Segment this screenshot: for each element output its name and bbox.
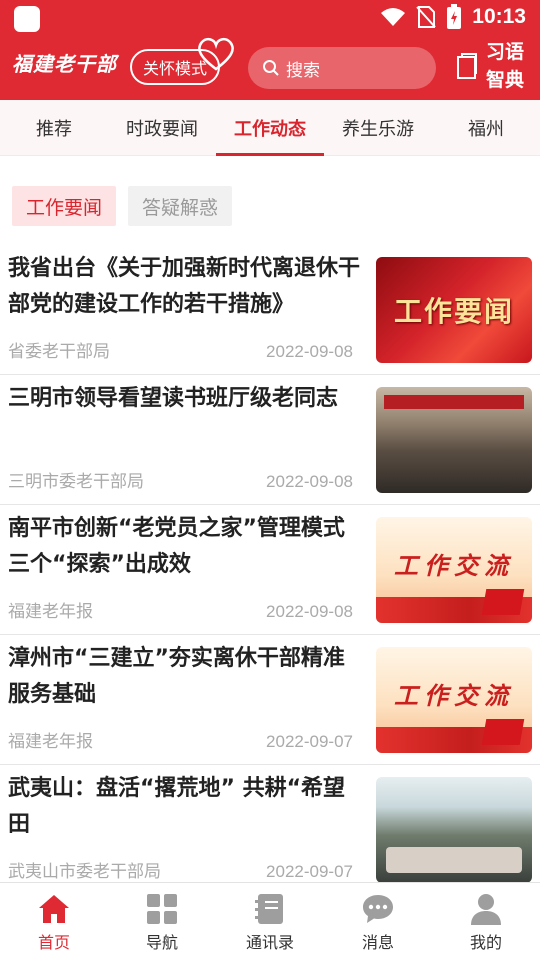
chip-qa[interactable]: 答疑解惑 — [128, 186, 233, 226]
chat-icon — [363, 895, 393, 923]
sub-category-chips: 工作要闻 答疑解惑 — [12, 186, 233, 226]
status-bar: 10:13 — [0, 0, 540, 36]
flag-graphic — [481, 719, 525, 745]
tab-politics[interactable]: 时政要闻 — [108, 100, 216, 155]
news-date: 2022-09-08 — [266, 602, 353, 621]
search-icon — [263, 60, 279, 76]
home-icon — [39, 895, 69, 923]
app-logo: 福建老干部 — [12, 52, 117, 76]
news-date: 2022-09-07 — [266, 862, 353, 881]
status-icons: 10:13 — [380, 4, 526, 30]
news-date: 2022-09-08 — [266, 472, 353, 491]
tab-work-news[interactable]: 工作动态 — [216, 100, 324, 156]
nav-messages-label: 消息 — [361, 933, 394, 952]
contacts-icon — [255, 894, 283, 924]
app-header: 10:13 福建老干部 关怀模式 搜索 习语智典 — [0, 0, 540, 100]
news-list: 我省出台《关于加强新时代离退休干部党的建设工作的若干措施》 省委老干部局 202… — [0, 245, 540, 895]
news-title: 漳州市“三建立”夯实离休干部精准服务基础 — [8, 646, 345, 707]
news-title: 武夷山：盘活“撂荒地” 共耕“希望田 — [8, 776, 346, 837]
search-input[interactable]: 搜索 — [248, 47, 436, 89]
flag-graphic — [481, 589, 525, 615]
search-placeholder: 搜索 — [286, 60, 320, 81]
news-source: 福建老年报 — [8, 602, 93, 622]
heart-icon — [198, 37, 234, 71]
nav-navigation[interactable]: 导航 — [108, 883, 216, 960]
news-thumbnail: 工作交流 — [376, 517, 532, 623]
thumbnail-text: 工作交流 — [394, 680, 514, 710]
photo-table — [386, 847, 522, 873]
nav-profile[interactable]: 我的 — [432, 883, 540, 960]
news-date: 2022-09-07 — [266, 732, 353, 751]
news-source: 省委老干部局 — [8, 342, 110, 362]
news-thumbnail — [376, 777, 532, 883]
nav-profile-label: 我的 — [469, 933, 502, 952]
battery-icon — [447, 4, 462, 29]
clock: 10:13 — [472, 5, 526, 28]
user-icon — [471, 894, 501, 925]
bottom-navigation: 首页 导航 通讯录 消息 我的 — [0, 882, 540, 960]
nav-home[interactable]: 首页 — [0, 883, 108, 960]
list-item[interactable]: 南平市创新“老党员之家”管理模式三个“探索”出成效 福建老年报 2022-09-… — [0, 505, 540, 635]
no-sim-icon — [416, 6, 437, 28]
news-thumbnail: 工作交流 — [376, 647, 532, 753]
news-source: 三明市委老干部局 — [8, 472, 144, 492]
list-item[interactable]: 武夷山：盘活“撂荒地” 共耕“希望田 武夷山市委老干部局 2022-09-07 — [0, 765, 540, 895]
chip-work-news[interactable]: 工作要闻 — [12, 186, 117, 226]
news-source: 福建老年报 — [8, 732, 93, 752]
list-item[interactable]: 三明市领导看望读书班厅级老同志 三明市委老干部局 2022-09-08 — [0, 375, 540, 505]
grid-icon — [147, 894, 177, 924]
nav-navigation-label: 导航 — [145, 933, 178, 952]
book-icon — [457, 53, 477, 79]
news-thumbnail — [376, 387, 532, 493]
list-item[interactable]: 漳州市“三建立”夯实离休干部精准服务基础 福建老年报 2022-09-07 工作… — [0, 635, 540, 765]
news-title: 南平市创新“老党员之家”管理模式三个“探索”出成效 — [8, 516, 345, 577]
nav-contacts-label: 通讯录 — [245, 933, 294, 952]
news-title: 三明市领导看望读书班厅级老同志 — [8, 386, 339, 411]
news-date: 2022-09-08 — [266, 342, 353, 361]
thumbnail-text: 工作交流 — [394, 550, 514, 580]
care-mode-button[interactable]: 关怀模式 — [130, 37, 234, 85]
app-notification-icon — [14, 6, 40, 32]
wifi-icon — [381, 8, 406, 26]
photo-banner — [384, 395, 524, 409]
tab-health-travel[interactable]: 养生乐游 — [324, 100, 432, 155]
dictionary-label: 习语智典 — [486, 41, 525, 91]
tab-recommend[interactable]: 推荐 — [0, 100, 108, 155]
tab-fuzhou[interactable]: 福州 — [432, 100, 540, 155]
news-title: 我省出台《关于加强新时代离退休干部党的建设工作的若干措施》 — [8, 256, 361, 317]
list-item[interactable]: 我省出台《关于加强新时代离退休干部党的建设工作的若干措施》 省委老干部局 202… — [0, 245, 540, 375]
nav-home-label: 首页 — [37, 933, 70, 952]
dictionary-button[interactable]: 习语智典 — [456, 38, 530, 94]
news-thumbnail: 工作要闻 — [376, 257, 532, 363]
category-tabs: 推荐 时政要闻 工作动态 养生乐游 福州 — [0, 100, 540, 156]
nav-messages[interactable]: 消息 — [324, 883, 432, 960]
news-source: 武夷山市委老干部局 — [8, 862, 161, 882]
thumbnail-text: 工作要闻 — [393, 295, 514, 328]
nav-contacts[interactable]: 通讯录 — [216, 883, 324, 960]
